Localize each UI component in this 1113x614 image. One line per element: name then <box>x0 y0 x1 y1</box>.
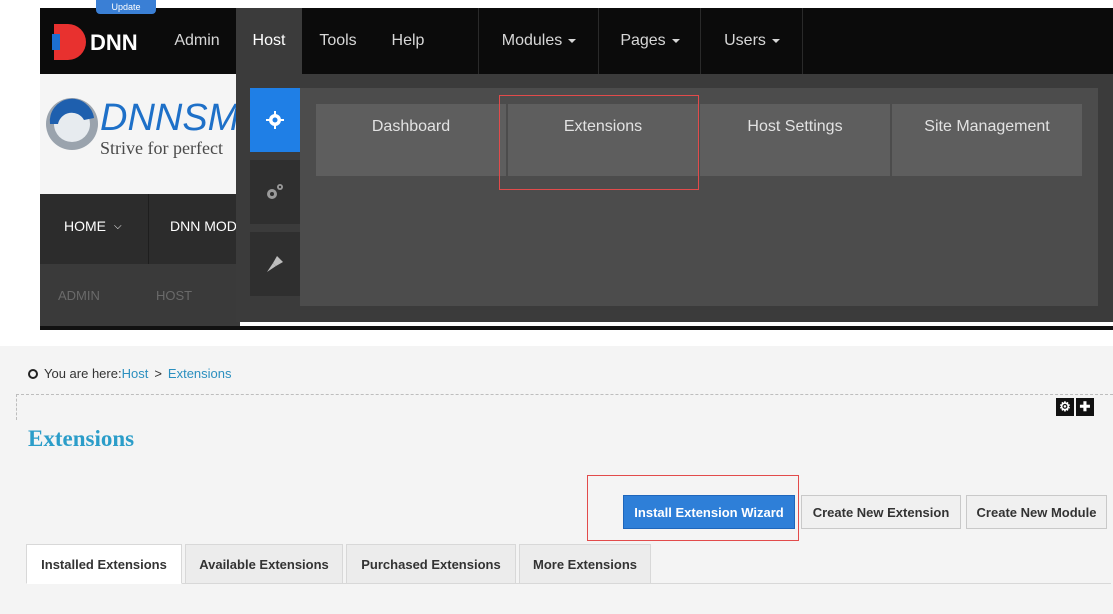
topnav-divider <box>700 8 701 74</box>
highlight-box-install <box>587 475 799 541</box>
chevron-down-icon: ⌵ <box>114 220 122 232</box>
highlight-box-extensions <box>499 95 699 190</box>
host-menu-host-settings[interactable]: Host Settings <box>700 104 890 176</box>
gears-icon <box>267 184 283 199</box>
site-nav-dnn-modules[interactable]: DNN MOD <box>170 218 237 234</box>
host-menu-gear-button[interactable] <box>250 88 300 152</box>
site-subnav-admin[interactable]: ADMIN <box>58 288 100 303</box>
breadcrumb-host-link[interactable]: Host <box>122 366 149 381</box>
caret-down-icon <box>671 38 680 43</box>
breadcrumb-current-link[interactable]: Extensions <box>168 366 232 381</box>
site-subnav-host[interactable]: HOST <box>156 288 192 303</box>
topnav-users[interactable]: Users <box>702 8 802 74</box>
tab-purchased-extensions[interactable]: Purchased Extensions <box>346 544 516 584</box>
topnav-pages[interactable]: Pages <box>600 8 700 74</box>
tab-more-extensions[interactable]: More Extensions <box>519 544 651 584</box>
page-title: Extensions <box>28 426 135 451</box>
tab-available-extensions[interactable]: Available Extensions <box>185 544 343 584</box>
site-logo[interactable]: DNNSM Strive for perfect <box>44 90 240 160</box>
topnav-divider <box>598 8 599 74</box>
gear-icon <box>266 111 284 129</box>
site-nav-home-label: HOME <box>64 218 106 234</box>
host-menu-advanced-button[interactable] <box>250 160 300 224</box>
caret-down-icon <box>568 38 577 43</box>
topnav-host[interactable]: Host <box>236 8 302 74</box>
update-badge[interactable]: Update <box>96 0 156 14</box>
topnav-pages-label: Pages <box>620 32 666 49</box>
site-tagline: Strive for perfect <box>100 138 223 158</box>
site-nav-divider <box>148 194 149 264</box>
host-menu-dashboard[interactable]: Dashboard <box>316 104 506 176</box>
host-menu-site-management[interactable]: Site Management <box>892 104 1082 176</box>
topnav-divider <box>802 8 803 74</box>
host-menu-pin-button[interactable] <box>250 232 300 296</box>
topnav-users-label: Users <box>724 32 766 49</box>
module-settings-icon[interactable]: ⚙ <box>1056 398 1074 416</box>
dnn-logo[interactable]: DNN <box>52 24 152 60</box>
topnav-modules[interactable]: Modules <box>480 8 598 74</box>
breadcrumb-prefix: You are here: <box>44 366 122 381</box>
pin-icon <box>267 256 283 272</box>
create-new-module-button[interactable]: Create New Module <box>966 495 1107 529</box>
site-nav-home[interactable]: HOME ⌵ <box>64 218 122 234</box>
topnav-tools[interactable]: Tools <box>306 8 370 74</box>
create-new-extension-button[interactable]: Create New Extension <box>801 495 961 529</box>
dnn-logo-text: DNN <box>90 30 138 55</box>
tab-installed-extensions[interactable]: Installed Extensions <box>26 544 182 584</box>
topnav-divider <box>478 8 479 74</box>
header-rule <box>40 326 1113 330</box>
caret-down-icon <box>771 38 780 43</box>
module-move-icon[interactable]: ✚ <box>1076 398 1094 416</box>
topnav-admin[interactable]: Admin <box>160 8 234 74</box>
topnav-modules-label: Modules <box>501 32 563 49</box>
breadcrumb: You are here: Host > Extensions <box>28 366 232 381</box>
breadcrumb-separator: > <box>154 366 162 381</box>
module-pane-border <box>16 394 1113 420</box>
topnav-help[interactable]: Help <box>376 8 440 74</box>
site-logo-text: DNNSM <box>100 97 240 139</box>
circle-icon <box>28 368 38 379</box>
